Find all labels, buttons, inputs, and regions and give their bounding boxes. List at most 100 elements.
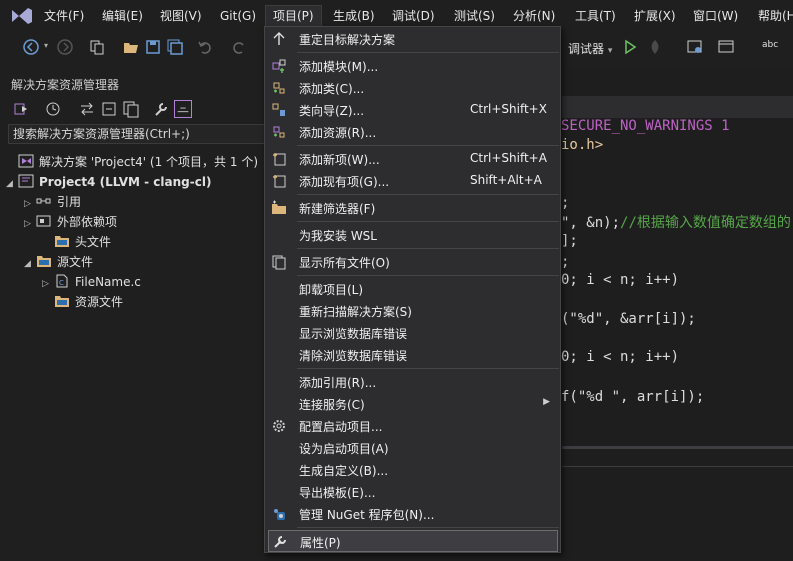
menu-item[interactable]: 添加类(C)... <box>265 77 560 99</box>
code-line[interactable]: io.h> <box>561 137 603 153</box>
project-icon <box>18 174 39 189</box>
save-all-icon[interactable] <box>166 38 184 56</box>
tree-node-label: 源文件 <box>57 255 94 269</box>
properties-wrench-icon[interactable] <box>152 100 170 118</box>
switch-views-icon[interactable] <box>12 100 30 118</box>
menu-item[interactable]: 添加现有项(G)... Shift+Alt+A <box>265 170 560 192</box>
preview-selected-items-icon[interactable] <box>174 100 192 118</box>
retarget-icon <box>271 31 287 47</box>
pending-changes-icon[interactable] <box>44 100 62 118</box>
code-line[interactable]: SECURE_NO_WARNINGS 1 <box>561 118 730 134</box>
open-folder-icon[interactable] <box>122 38 140 56</box>
forward-icon[interactable] <box>56 38 74 56</box>
menu-item[interactable]: 新建筛选器(F) <box>265 197 560 219</box>
start-debugging-icon[interactable] <box>621 38 639 56</box>
code-token: ]; <box>561 233 578 249</box>
menu-item[interactable]: 连接服务(C) ▶ <box>265 393 560 415</box>
menubar-item-2[interactable]: 视图(V) <box>160 6 202 26</box>
back-dropdown-icon[interactable]: ▾ <box>44 41 48 50</box>
new-project-icon[interactable] <box>88 38 106 56</box>
c-file-icon: C <box>54 274 75 289</box>
filter-folder-icon <box>36 255 57 269</box>
menu-item[interactable]: 清除浏览数据库错误 <box>265 344 560 366</box>
menu-item[interactable]: 导出模板(E)... <box>265 481 560 503</box>
code-line[interactable]: ", &n);//根据输入数值确定数组的 <box>561 212 791 232</box>
spell-check-icon[interactable]: abc <box>762 40 778 50</box>
menu-item[interactable]: 添加引用(R)... <box>265 371 560 393</box>
menubar-item-7[interactable]: 测试(S) <box>454 6 495 26</box>
tree-node[interactable]: ◢ 源文件 <box>24 252 93 272</box>
add-existing-item-icon <box>271 173 287 189</box>
project-menu-dropdown: 重定目标解决方案 添加模块(M)... 添加类(C)... 类向导(Z)... Ctrl… <box>264 26 561 553</box>
code-line[interactable]: ]; <box>561 233 578 249</box>
code-line[interactable]: ; <box>561 254 569 270</box>
show-all-files-icon[interactable] <box>122 100 140 118</box>
expand-arrow-icon[interactable]: ▷ <box>24 194 36 214</box>
debugger-selector[interactable]: 调试器 ▾ <box>568 40 612 57</box>
menu-item[interactable]: 管理 NuGet 程序包(N)... <box>265 503 560 525</box>
menu-item[interactable]: 配置启动项目... <box>265 415 560 437</box>
menubar-item-5[interactable]: 生成(B) <box>333 6 375 26</box>
menu-item[interactable]: 添加模块(M)... <box>265 55 560 77</box>
menubar-item-12[interactable]: 帮助(H <box>758 6 793 26</box>
debugger-dropdown-icon: ▾ <box>607 46 613 56</box>
solution-explorer-toggle-icon[interactable] <box>686 38 704 56</box>
expand-arrow-icon[interactable]: ◢ <box>24 254 36 274</box>
menu-item[interactable]: 类向导(Z)... Ctrl+Shift+X <box>265 99 560 121</box>
solution-explorer-panel: 解决方案资源管理器 搜索解决方案资源管理器(Ctrl+;) 解决方案 'Proj… <box>0 66 265 561</box>
solution-explorer-search-input[interactable]: 搜索解决方案资源管理器(Ctrl+;) <box>8 124 265 144</box>
editor-splitter[interactable] <box>562 446 793 449</box>
menu-item[interactable]: 设为启动项目(A) <box>265 437 560 459</box>
menu-item-label: 添加资源(R)... <box>299 126 377 140</box>
menubar-item-11[interactable]: 窗口(W) <box>693 6 738 26</box>
menubar-item-1[interactable]: 编辑(E) <box>102 6 143 26</box>
code-token: ; <box>561 195 570 211</box>
code-line[interactable]: ("%d", &arr[i]); <box>561 311 696 327</box>
tree-node[interactable]: 解决方案 'Project4' (1 个项目，共 1 个) <box>6 152 258 172</box>
menu-item[interactable]: 生成自定义(B)... <box>265 459 560 481</box>
tree-node-label: FileName.c <box>75 275 141 289</box>
menubar-item-3[interactable]: Git(G) <box>220 6 256 26</box>
save-icon[interactable] <box>144 38 162 56</box>
external-deps-icon <box>36 215 57 229</box>
visual-studio-logo-icon[interactable] <box>8 5 36 27</box>
menu-item-label: 设为启动项目(A) <box>299 442 389 456</box>
back-icon[interactable] <box>22 38 40 56</box>
menu-item[interactable]: 重新扫描解决方案(S) <box>265 300 560 322</box>
expand-arrow-icon[interactable]: ▷ <box>42 274 54 294</box>
code-token: io.h> <box>561 137 604 153</box>
menu-item[interactable]: 显示浏览数据库错误 <box>265 322 560 344</box>
window-layout-icon[interactable] <box>717 38 735 56</box>
hot-reload-icon[interactable] <box>646 38 664 56</box>
code-line[interactable]: f("%d ", arr[i]); <box>561 389 704 405</box>
menubar-item-10[interactable]: 扩展(X) <box>634 6 676 26</box>
nuget-icon <box>271 506 287 522</box>
menubar-item-6[interactable]: 调试(D) <box>392 6 435 26</box>
tree-node[interactable]: 头文件 <box>42 232 111 252</box>
tree-node[interactable]: ▷ 引用 <box>24 192 81 212</box>
expand-arrow-icon[interactable]: ◢ <box>6 174 18 194</box>
menubar-item-0[interactable]: 文件(F) <box>44 6 84 26</box>
collapse-all-icon[interactable] <box>100 100 118 118</box>
tree-node[interactable]: ◢ Project4 (LLVM - clang-cl) <box>6 172 211 192</box>
menu-item[interactable]: 卸载项目(L) <box>265 278 560 300</box>
menu-item[interactable]: 添加新项(W)... Ctrl+Shift+A <box>265 148 560 170</box>
undo-icon[interactable] <box>196 38 214 56</box>
code-line[interactable]: 0; i < n; i++) <box>561 272 679 288</box>
code-line[interactable]: ; <box>561 195 569 211</box>
expand-arrow-icon[interactable]: ▷ <box>24 214 36 234</box>
menu-item[interactable]: 为我安装 WSL <box>265 224 560 246</box>
menu-item[interactable]: 显示所有文件(O) <box>265 251 560 273</box>
menubar-item-8[interactable]: 分析(N) <box>513 6 555 26</box>
menubar-item-9[interactable]: 工具(T) <box>575 6 616 26</box>
code-line[interactable]: 0; i < n; i++) <box>561 349 679 365</box>
sync-icon[interactable] <box>78 100 96 118</box>
tree-node[interactable]: ▷ 外部依赖项 <box>24 212 117 232</box>
menu-item[interactable]: 重定目标解决方案 <box>265 28 560 50</box>
tree-node[interactable]: 资源文件 <box>42 292 123 312</box>
tree-node[interactable]: ▷ C FileName.c <box>42 272 141 292</box>
redo-icon[interactable] <box>230 38 248 56</box>
menubar-item-4[interactable]: 项目(P) <box>265 5 322 27</box>
menu-item[interactable]: 添加资源(R)... <box>265 121 560 143</box>
menu-item[interactable]: 属性(P) <box>268 530 558 552</box>
